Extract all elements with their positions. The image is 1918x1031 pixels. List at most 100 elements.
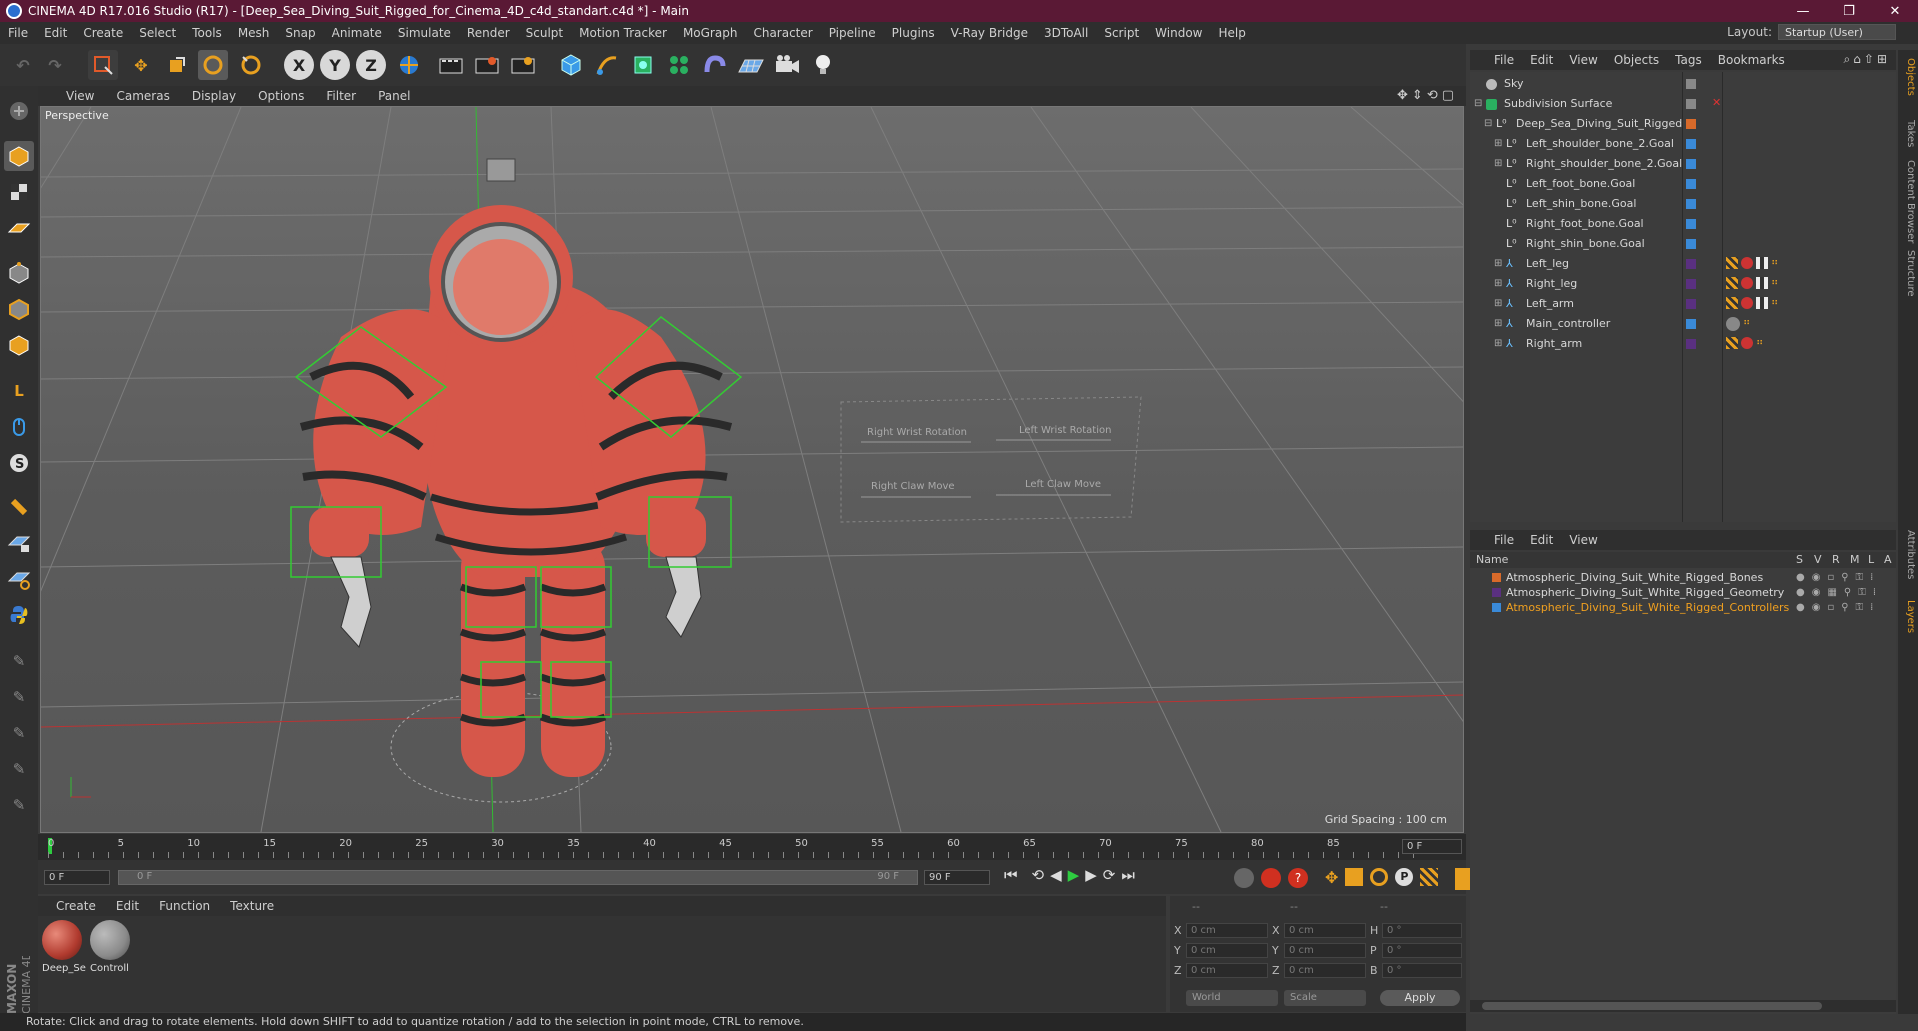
object-row[interactable]: ⊞ ⅄ Right_leg ⠶	[1470, 274, 1896, 294]
layer-toggle-icons[interactable]: ●◉▫⚲⚿⁞	[1796, 602, 1880, 613]
tag-icons[interactable]: ⠶	[1726, 297, 1783, 309]
record-active-icon[interactable]	[1234, 868, 1254, 888]
menu-window[interactable]: Window	[1147, 26, 1210, 40]
rotation-p-field[interactable]: 0 °	[1382, 943, 1462, 958]
menu-pipeline[interactable]: Pipeline	[821, 26, 884, 40]
camera-icon[interactable]	[772, 50, 802, 80]
tag-icons[interactable]: ⠶	[1726, 257, 1783, 269]
next-key-icon[interactable]: ⟳	[1103, 866, 1116, 884]
om-menu-file[interactable]: File	[1470, 53, 1522, 67]
tab-content-browser[interactable]: Content Browser	[1900, 160, 1916, 243]
x-axis-lock-button[interactable]: X	[284, 50, 314, 80]
object-row[interactable]: ⊞ ⅄ Right_arm ⠶	[1470, 334, 1896, 354]
key-scale-icon[interactable]	[1345, 868, 1364, 886]
start-frame-field[interactable]: 0 F	[44, 870, 110, 885]
tweak-mode-icon[interactable]	[4, 412, 34, 442]
menu-edit[interactable]: Edit	[36, 26, 75, 40]
expand-toggle-icon[interactable]: ⊞	[1494, 158, 1502, 169]
cube-icon[interactable]	[556, 50, 586, 80]
size-y-field[interactable]: 0 cm	[1284, 943, 1366, 958]
object-row[interactable]: L⁰ Right_foot_bone.Goal	[1470, 214, 1896, 234]
apply-button[interactable]: Apply	[1380, 990, 1460, 1006]
polygons-mode-icon[interactable]	[4, 330, 34, 360]
move-icon[interactable]: ✥	[126, 50, 156, 80]
size-z-field[interactable]: 0 cm	[1284, 963, 1366, 978]
position-x-field[interactable]: 0 cm	[1186, 923, 1268, 938]
timeline-ruler[interactable]: 0 5 10 15 20 25 30 35 40 45 50 55 60 65 …	[38, 834, 1466, 860]
object-row[interactable]: ⊞ ⅄ Left_arm ⠶	[1470, 294, 1896, 314]
menu-create[interactable]: Create	[75, 26, 131, 40]
workplane-icon[interactable]	[4, 564, 34, 594]
menu-sculpt[interactable]: Sculpt	[518, 26, 571, 40]
tab-layers[interactable]: Layers	[1900, 600, 1916, 633]
texture-mode-icon[interactable]	[4, 177, 34, 207]
hud-right-claw-move[interactable]: Right Claw Move	[871, 481, 955, 492]
material-menu-texture[interactable]: Texture	[220, 899, 284, 913]
menu-file[interactable]: File	[0, 26, 36, 40]
edges-mode-icon[interactable]	[4, 294, 34, 324]
material-swatch[interactable]: Controll	[90, 920, 132, 978]
viewport-navigation-icons[interactable]: ✥⇕⟲▢	[1397, 88, 1458, 103]
om-menu-view[interactable]: View	[1561, 53, 1605, 67]
recent-tool-icon[interactable]	[236, 50, 266, 80]
render-view-icon[interactable]	[436, 50, 466, 80]
expand-toggle-icon[interactable]: ⊞	[1494, 278, 1502, 289]
tag-icons[interactable]: ⠶	[1726, 277, 1783, 289]
maximize-button[interactable]: ❐	[1826, 0, 1872, 22]
object-row[interactable]: ⊞ L⁰ Right_shoulder_bone_2.Goal	[1470, 154, 1896, 174]
object-row[interactable]: L⁰ Left_foot_bone.Goal	[1470, 174, 1896, 194]
position-y-field[interactable]: 0 cm	[1186, 943, 1268, 958]
expand-toggle-icon[interactable]: ⊟	[1484, 118, 1492, 129]
tag-icons[interactable]: ⠶	[1726, 337, 1768, 349]
position-z-field[interactable]: 0 cm	[1186, 963, 1268, 978]
sculpt-tool-icon[interactable]: ✎	[4, 682, 34, 712]
menu-select[interactable]: Select	[131, 26, 184, 40]
menu-motion-tracker[interactable]: Motion Tracker	[571, 26, 675, 40]
disabled-x-icon[interactable]: ✕	[1712, 96, 1721, 109]
om-menu-edit[interactable]: Edit	[1522, 53, 1561, 67]
viewport-menu-display[interactable]: Display	[181, 89, 247, 103]
viewport-menu-cameras[interactable]: Cameras	[105, 89, 180, 103]
viewport-menu-panel[interactable]: Panel	[367, 89, 421, 103]
smooth-tool-icon[interactable]: ✎	[4, 754, 34, 784]
expand-toggle-icon[interactable]: ⊞	[1494, 138, 1502, 149]
light-icon[interactable]	[808, 50, 838, 80]
keyframe-selection-icon[interactable]: ?	[1288, 868, 1308, 888]
menu-simulate[interactable]: Simulate	[390, 26, 459, 40]
rotation-b-field[interactable]: 0 °	[1382, 963, 1462, 978]
current-frame-field[interactable]: 0 F	[1402, 839, 1462, 854]
tab-attributes[interactable]: Attributes	[1900, 530, 1916, 579]
floor-icon[interactable]	[736, 50, 766, 80]
hud-right-wrist-rotation[interactable]: Right Wrist Rotation	[867, 427, 967, 438]
menu-animate[interactable]: Animate	[324, 26, 390, 40]
om-search-home-icons[interactable]: ⌕⌂⇧⊞	[1844, 52, 1890, 67]
lm-menu-view[interactable]: View	[1561, 533, 1605, 547]
material-menu-edit[interactable]: Edit	[106, 899, 149, 913]
knife-tool-icon[interactable]: ✎	[4, 718, 34, 748]
cloner-icon[interactable]	[664, 50, 694, 80]
viewport-menu-filter[interactable]: Filter	[315, 89, 367, 103]
magnet-icon[interactable]	[4, 492, 34, 522]
om-menu-bookmarks[interactable]: Bookmarks	[1710, 53, 1793, 67]
make-editable-icon[interactable]	[4, 96, 34, 126]
lm-menu-edit[interactable]: Edit	[1522, 533, 1561, 547]
coordinate-system-select[interactable]: World	[1186, 990, 1278, 1006]
end-frame-field[interactable]: 90 F	[924, 870, 990, 885]
tab-objects[interactable]: Objects	[1900, 58, 1916, 96]
pen-spline-icon[interactable]	[592, 50, 622, 80]
subdivision-surface-icon[interactable]	[628, 50, 658, 80]
menu-mograph[interactable]: MoGraph	[675, 26, 746, 40]
object-row[interactable]: Sky	[1470, 74, 1896, 94]
y-axis-lock-button[interactable]: Y	[320, 50, 350, 80]
3d-viewport[interactable]: Perspective Right Wrist Rotation Left Wr…	[40, 106, 1464, 833]
workplane-mode-icon[interactable]	[4, 213, 34, 243]
menu-tools[interactable]: Tools	[184, 26, 230, 40]
layer-row[interactable]: Atmospheric_Diving_Suit_White_Rigged_Bon…	[1470, 570, 1896, 585]
object-row[interactable]: ⊞ L⁰ Left_shoulder_bone_2.Goal	[1470, 134, 1896, 154]
points-mode-icon[interactable]	[4, 258, 34, 288]
material-swatch[interactable]: Deep_Se	[42, 920, 86, 978]
locked-workplane-icon[interactable]	[4, 528, 34, 558]
key-rotation-icon[interactable]	[1370, 868, 1389, 886]
menu-snap[interactable]: Snap	[277, 26, 323, 40]
autokey-icon[interactable]	[1261, 868, 1281, 888]
